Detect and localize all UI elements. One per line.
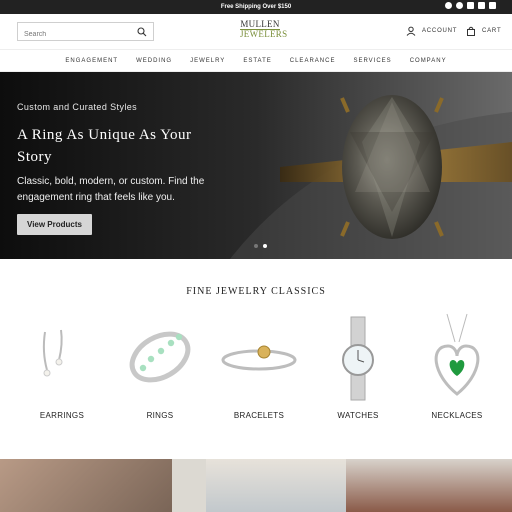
tiktok-icon[interactable] [478,2,485,9]
account-link[interactable]: ACCOUNT [406,26,457,36]
earrings-image [42,329,63,377]
nav-estate[interactable]: ESTATE [243,58,271,64]
account-icon [406,26,416,36]
search-icon[interactable] [137,27,147,37]
nav-clearance[interactable]: CLEARANCE [290,58,336,64]
category-earrings[interactable]: EARRINGS [17,312,107,420]
nav-engagement[interactable]: ENGAGEMENT [65,58,118,64]
category-grid: EARRINGS RINGS BRACELETS WATCHES NECKLAC… [0,312,512,427]
store-logo[interactable]: MULLEN JEWELERS [240,19,288,39]
category-watches[interactable]: WATCHES [313,312,403,420]
photo-display[interactable] [206,459,346,512]
category-rings[interactable]: RINGS [115,312,205,420]
category-label: RINGS [146,411,174,420]
pinterest-icon[interactable] [456,2,463,9]
category-label: EARRINGS [39,411,85,420]
photo-card[interactable] [172,459,206,512]
hero-title: A Ring As Unique As Your Story [17,127,192,165]
hero-banner: Custom and Curated Styles A Ring As Uniq… [0,72,512,259]
cart-icon [467,26,475,36]
category-necklaces[interactable]: NECKLACES [412,312,502,420]
social-links [445,2,496,9]
site-header: MULLEN JEWELERS ACCOUNT CART [0,14,512,50]
announcement-text: Free Shipping Over $150 [220,4,292,10]
cart-link[interactable]: CART [466,26,501,36]
hero-subtitle: Classic, bold, modern, or custom. Find t… [17,176,205,203]
main-nav: ENGAGEMENT WEDDING JEWELRY ESTATE CLEARA… [0,50,512,72]
view-products-button[interactable]: View Products [17,214,92,235]
watches-image [342,316,374,401]
logo-line-1: MULLEN [240,19,280,29]
necklaces-image [434,313,480,396]
bracelets-image [221,345,297,371]
category-bracelets[interactable]: BRACELETS [214,312,304,420]
nav-services[interactable]: SERVICES [353,58,391,64]
photo-gift-box[interactable] [346,459,512,512]
slide-dot-2[interactable] [263,244,267,248]
category-label: BRACELETS [233,411,285,420]
category-label: WATCHES [337,411,379,420]
nav-jewelry[interactable]: JEWELRY [190,58,225,64]
slide-dot-1[interactable] [254,244,258,248]
search-input[interactable] [18,26,128,43]
cart-label: CART [482,28,502,34]
hero-eyebrow: Custom and Curated Styles [17,102,138,112]
category-label: NECKLACES [431,411,483,420]
nav-company[interactable]: COMPANY [410,58,447,64]
search-box [17,22,154,43]
instagram-icon[interactable] [467,2,474,9]
account-label: ACCOUNT [422,28,458,34]
photo-hands-ring[interactable] [0,459,172,512]
nav-wedding[interactable]: WEDDING [136,58,172,64]
slide-indicators [254,244,267,248]
lifestyle-photo-strip [0,459,512,512]
classics-title: FINE JEWELRY CLASSICS [186,286,326,297]
logo-line-2: JEWELERS [240,29,288,39]
youtube-icon[interactable] [489,2,496,9]
announcement-bar: Free Shipping Over $150 [0,0,512,14]
facebook-icon[interactable] [445,2,452,9]
rings-image [129,331,191,383]
